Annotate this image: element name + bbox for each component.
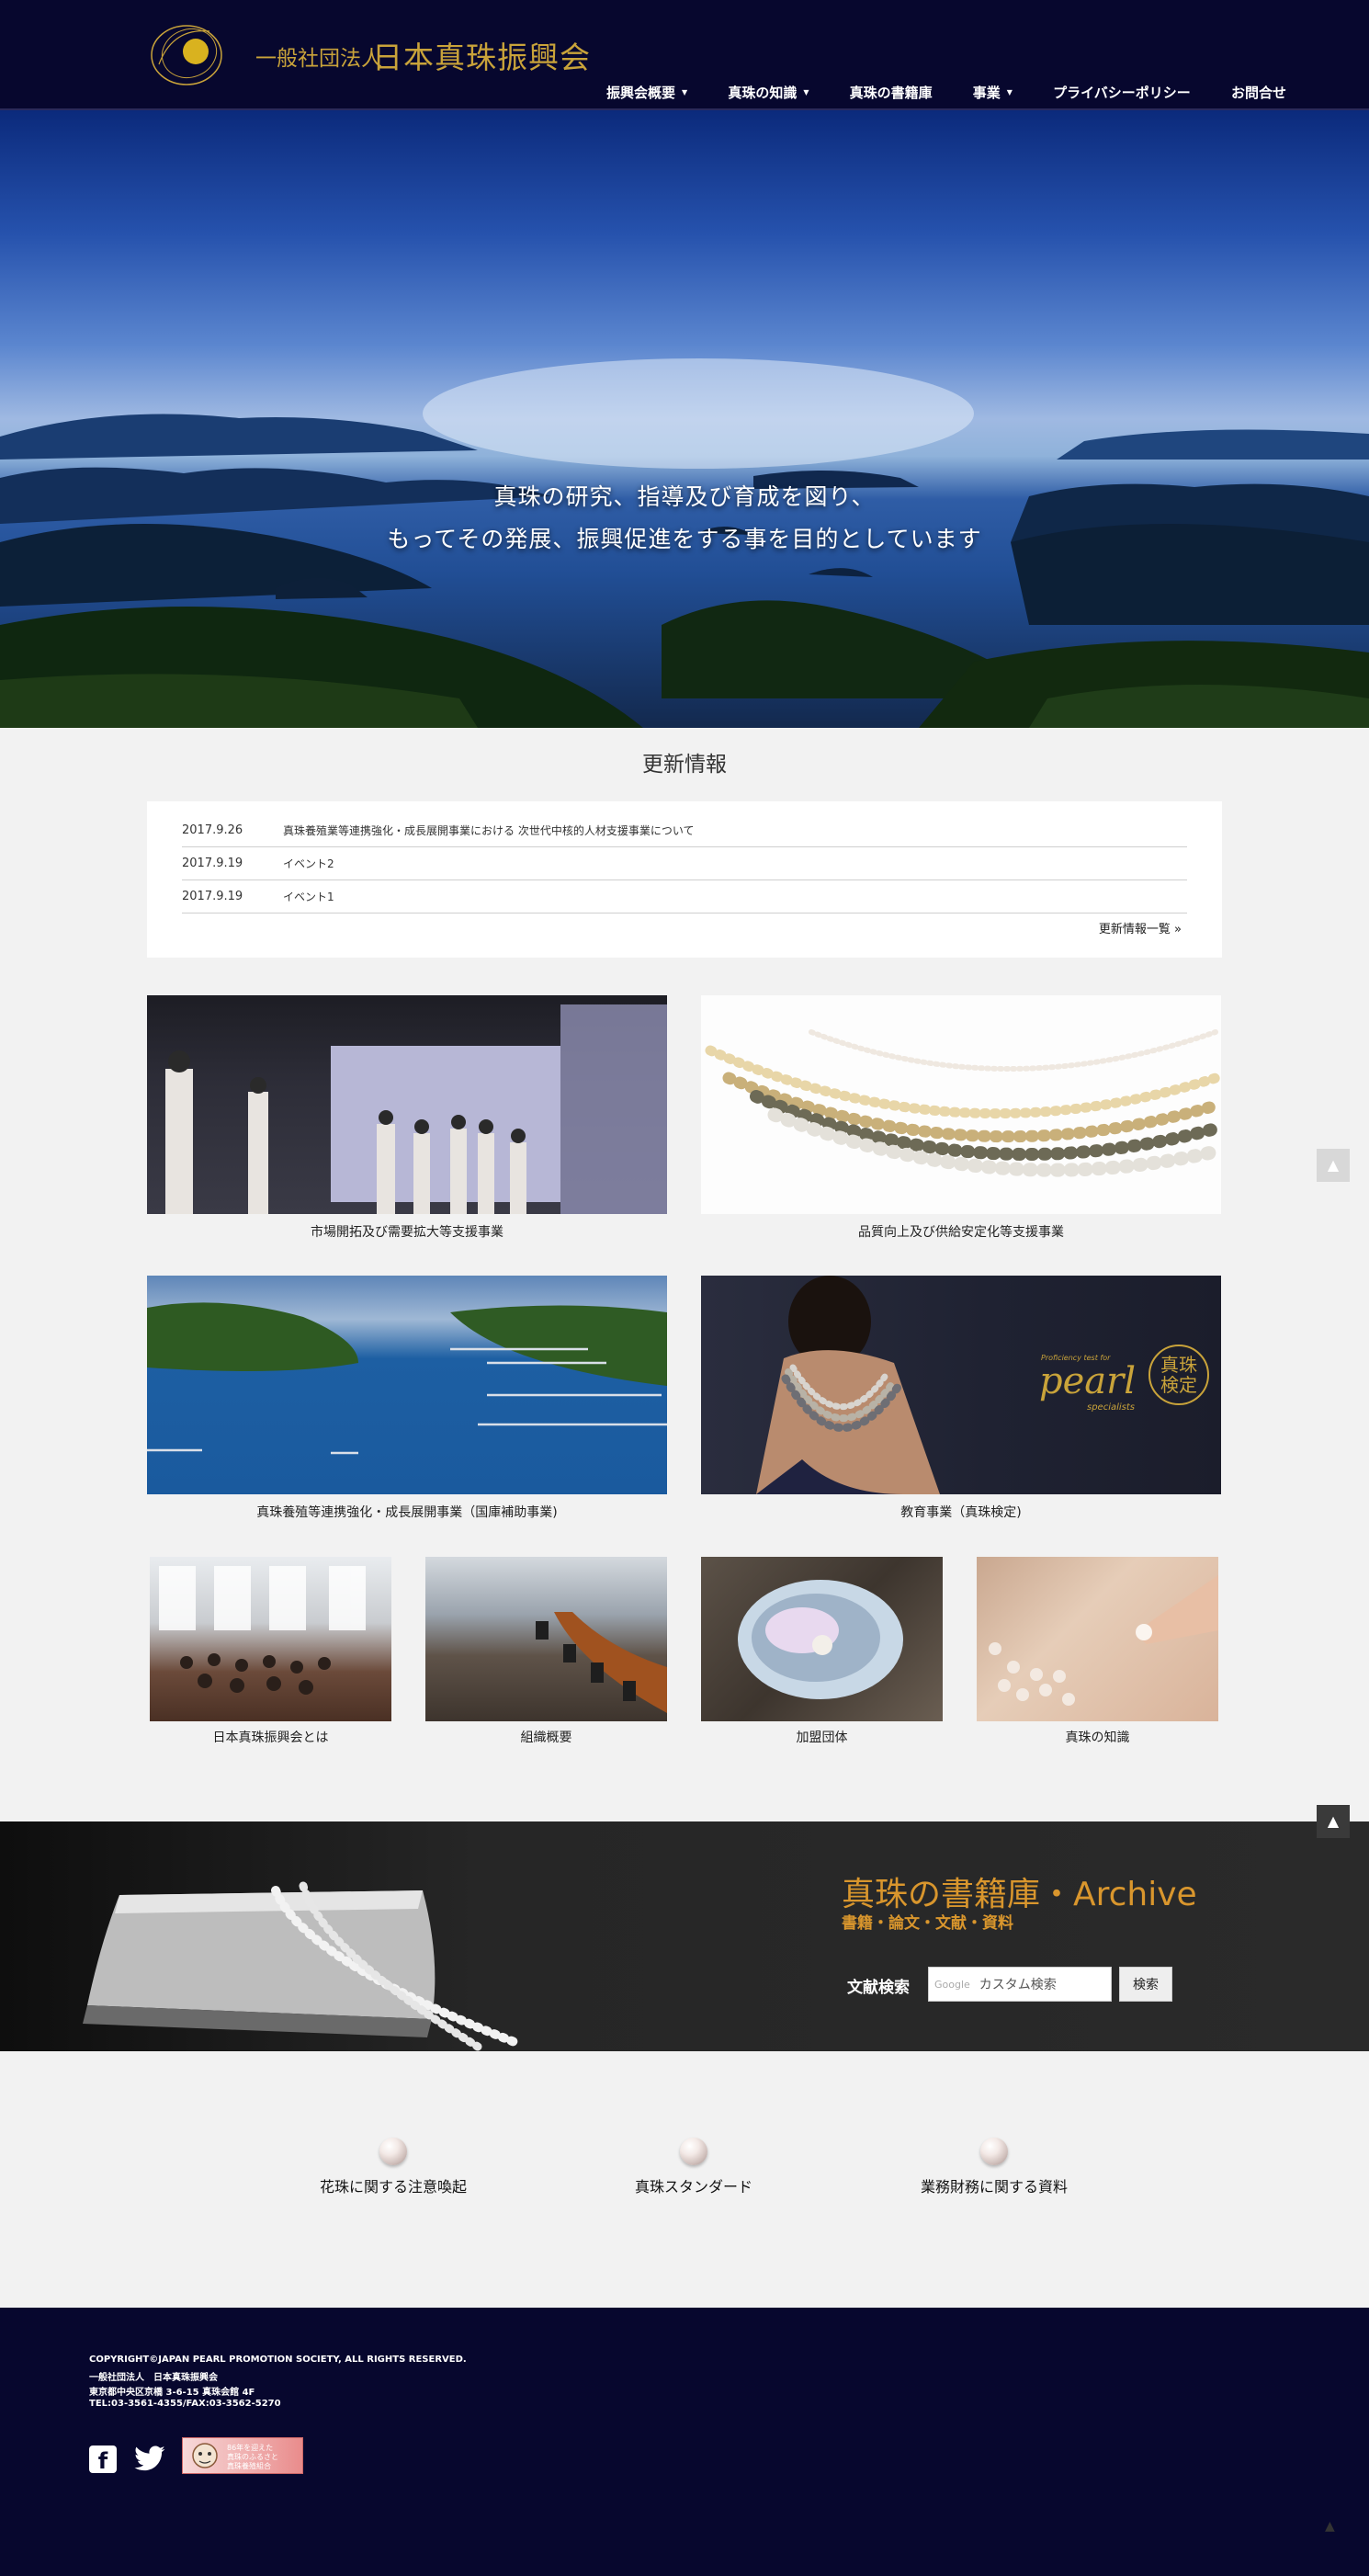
search-placeholder: カスタム検索 [979, 1978, 1057, 1992]
biz-caption-market[interactable]: 市場開拓及び需要拡大等支援事業 [147, 1222, 667, 1241]
news-link[interactable]: イベント2 [283, 856, 334, 871]
about-caption-members[interactable]: 加盟団体 [701, 1728, 943, 1746]
twitter-icon[interactable] [133, 2445, 166, 2473]
nav-label: 真珠の知識 [728, 84, 798, 101]
about-caption-organization[interactable]: 組織概要 [425, 1728, 667, 1746]
logo-title[interactable]: 日本真珠振興会 [372, 33, 591, 77]
site-footer: COPYRIGHT©JAPAN PEARL PROMOTION SOCIETY,… [0, 2308, 1369, 2576]
link-hanadama-warning[interactable]: 花珠に関する注意喚起 [301, 2138, 485, 2196]
pearl-icon [680, 2138, 707, 2165]
nav-label: プライバシーポリシー [1053, 84, 1191, 101]
logo-org-type[interactable]: 一般社団法人 [255, 40, 382, 72]
biz-caption-subsidy[interactable]: 真珠養殖等連携強化・成長展開事業（国庫補助事業) [147, 1503, 667, 1521]
news-link[interactable]: 真珠養殖業等連携強化・成長展開事業における 次世代中核的人材支援事業について [283, 823, 694, 838]
exam-seal: 真珠検定 [1160, 1354, 1197, 1396]
footer-tel: TEL:03-3561-4355/FAX:03-3562-5270 [89, 2399, 281, 2409]
caret-down-icon: ▼ [1006, 87, 1013, 96]
news-date: 2017.9.19 [182, 890, 243, 903]
member-groups-image[interactable] [701, 1557, 943, 1721]
back-to-top-button[interactable]: ▲ [1317, 1805, 1350, 1838]
organization-image[interactable] [425, 1557, 667, 1721]
site-header: 一般社団法人 日本真珠振興会 振興会概要 ▼ 真珠の知識 ▼ 真珠の書籍庫 事業 ▼ … [0, 0, 1369, 110]
nav-item-privacy[interactable]: プライバシーポリシー [1053, 83, 1191, 102]
news-date: 2017.9.19 [182, 857, 243, 870]
nav-item-contact[interactable]: お問合せ [1231, 83, 1286, 102]
exam-overlay-word: pearl [1039, 1360, 1137, 1402]
news-row[interactable]: 2017.9.19 イベント2 [182, 847, 1187, 880]
market-development-image[interactable] [147, 995, 667, 1214]
mascot-icon [192, 2443, 218, 2468]
news-date: 2017.9.26 [182, 823, 243, 837]
facebook-icon[interactable]: f [89, 2445, 117, 2474]
news-more-link[interactable]: 更新情報一覧 » [1099, 919, 1182, 936]
nav-item-knowledge[interactable]: 真珠の知識 ▼ [728, 83, 809, 102]
news-panel: 2017.9.26 真珠養殖業等連携強化・成長展開事業における 次世代中核的人材… [147, 801, 1222, 958]
main-nav: 振興会概要 ▼ 真珠の知識 ▼ 真珠の書籍庫 事業 ▼ プライバシーポリシー お問合せ [606, 81, 1286, 103]
caret-down-icon: ▼ [682, 87, 688, 96]
pearl-icon [379, 2138, 407, 2165]
pearl-farm-bay-image[interactable] [147, 1276, 667, 1494]
footer-org: 一般社団法人 日本真珠振興会 [89, 2373, 218, 2383]
nav-label: 事業 [972, 84, 1001, 101]
nav-label: お問合せ [1230, 84, 1286, 101]
about-caption-knowledge[interactable]: 真珠の知識 [977, 1728, 1218, 1746]
hero-line-2: もってその発展、振興促進をする事を目的としています [387, 526, 982, 552]
exam-overlay-bottom: specialists [1087, 1402, 1136, 1413]
news-row[interactable]: 2017.9.19 イベント1 [182, 880, 1187, 914]
banner-line: 86年を迎えた [227, 2444, 274, 2452]
about-society-image[interactable] [150, 1557, 391, 1721]
hero-tagline: 真珠の研究、指導及び育成を図り、 もってその発展、振興促進をする事を目的としてい… [0, 476, 1369, 561]
news-link[interactable]: イベント1 [283, 889, 334, 904]
google-brand-text: Google [934, 1978, 970, 1991]
search-button[interactable]: 検索 [1119, 1967, 1172, 2002]
pearl-knowledge-image[interactable] [977, 1557, 1218, 1721]
pearl-icon [980, 2138, 1008, 2165]
footer-address: 東京都中央区京橋 3-6-15 真珠会館 4F [89, 2388, 255, 2398]
nav-item-library[interactable]: 真珠の書籍庫 [850, 83, 933, 102]
nav-label: 振興会概要 [606, 84, 676, 101]
biz-caption-education[interactable]: 教育事業（真珠検定) [701, 1503, 1221, 1521]
archive-banner: 真珠の書籍庫・Archive 書籍・論文・文献・資料 文献検索 Google カ… [0, 1821, 1369, 2051]
hero-landscape-image [0, 358, 1369, 728]
pearl-logo-icon[interactable] [145, 18, 228, 90]
search-label: 文献検索 [847, 1979, 910, 1997]
hero-banner: 真珠の研究、指導及び育成を図り、 もってその発展、振興促進をする事を目的としてい… [0, 110, 1369, 728]
archive-title[interactable]: 真珠の書籍庫・Archive [842, 1867, 1197, 1915]
hero-line-1: 真珠の研究、指導及び育成を図り、 [493, 483, 876, 510]
pearl-necklaces-image[interactable] [701, 995, 1221, 1214]
back-to-top-button[interactable]: ▲ [1317, 1149, 1350, 1182]
banner-line: 真珠のふるさと [227, 2453, 278, 2461]
biz-caption-quality[interactable]: 品質向上及び供給安定化等支援事業 [701, 1222, 1221, 1241]
nav-item-business[interactable]: 事業 ▼ [973, 83, 1013, 102]
link-label: 真珠スタンダード [634, 2178, 752, 2196]
nav-label: 真珠の書籍庫 [849, 84, 933, 101]
link-label: 花珠に関する注意喚起 [319, 2178, 467, 2196]
news-row[interactable]: 2017.9.26 真珠養殖業等連携強化・成長展開事業における 次世代中核的人材… [182, 814, 1187, 847]
about-caption-society[interactable]: 日本真珠振興会とは [150, 1728, 391, 1746]
custom-search-input[interactable]: Google カスタム検索 [928, 1967, 1112, 2002]
link-pearl-standard[interactable]: 真珠スタンダード [602, 2138, 786, 2196]
nav-item-about[interactable]: 振興会概要 ▼ [606, 83, 687, 102]
pearl-exam-image[interactable]: Proficiency test for pearl specialists 真… [701, 1276, 1221, 1494]
back-to-top-arrow-icon[interactable]: ▲ [1325, 2519, 1335, 2534]
news-section-title: 更新情報 [642, 753, 727, 777]
banner-text: 86年を迎えた 真珠のふるさと 真珠養殖組合 [227, 2444, 278, 2471]
caret-down-icon: ▼ [803, 87, 809, 96]
book-pearls-image [83, 1881, 519, 2051]
copyright-text: COPYRIGHT©JAPAN PEARL PROMOTION SOCIETY,… [89, 2355, 467, 2365]
link-financial-docs[interactable]: 業務財務に関する資料 [902, 2138, 1086, 2196]
pearl-farm-banner[interactable]: 86年を迎えた 真珠のふるさと 真珠養殖組合 [182, 2437, 303, 2474]
archive-subtitle: 書籍・論文・文献・資料 [842, 1914, 1013, 1933]
link-label: 業務財務に関する資料 [920, 2178, 1068, 2196]
banner-line: 真珠養殖組合 [227, 2462, 271, 2470]
